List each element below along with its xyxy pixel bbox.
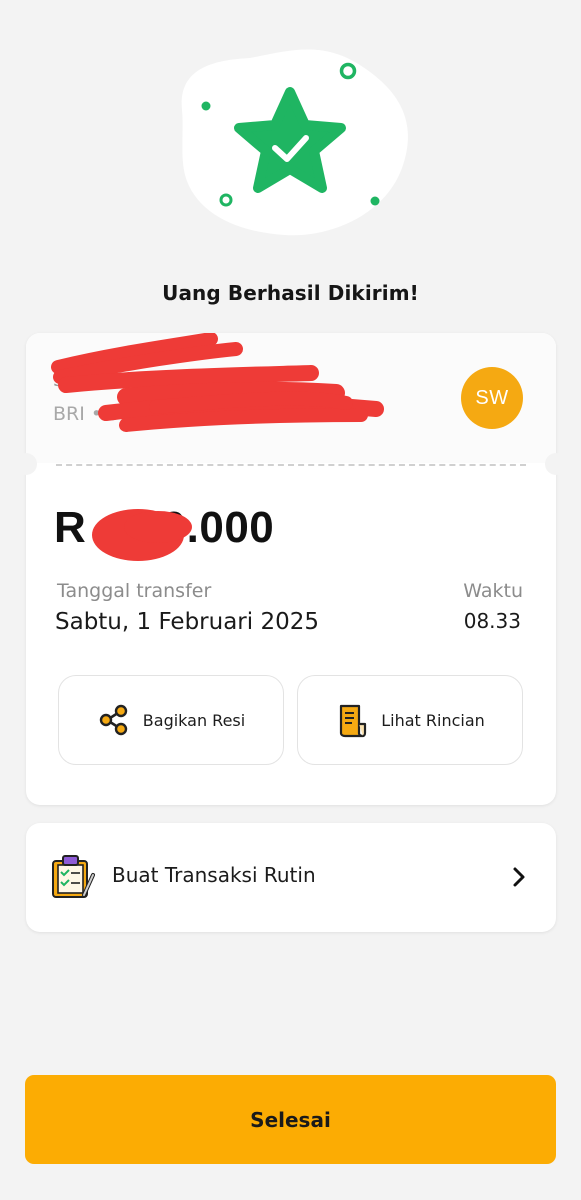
ticket-notch-right [545, 453, 567, 475]
share-receipt-label: Bagikan Resi [142, 710, 246, 730]
transfer-date-label: Tanggal transfer [57, 580, 212, 602]
redaction-scribble [51, 333, 384, 432]
chevron-right-icon [513, 867, 525, 887]
routine-transaction-card[interactable]: Buat Transaksi Rutin [26, 823, 556, 932]
star-check-icon [181, 49, 408, 236]
share-receipt-button[interactable]: Bagikan Resi [58, 675, 284, 765]
transfer-time-label: Waktu [463, 580, 523, 602]
dashed-divider [56, 464, 526, 466]
transfer-date-value: Sabtu, 1 Februari 2025 [55, 609, 319, 635]
view-details-button[interactable]: Lihat Rincian [297, 675, 523, 765]
transfer-time-value: 08.33 [463, 609, 521, 633]
clipboard-icon [52, 855, 95, 898]
recipient-avatar: SW [461, 367, 523, 429]
success-title: Uang Berhasil Dikirim! [162, 281, 419, 305]
receipt-icon [340, 704, 367, 738]
routine-transaction-label: Buat Transaksi Rutin [112, 863, 316, 887]
ticket-notch-left [15, 453, 37, 475]
done-button[interactable]: Selesai [25, 1075, 556, 1164]
share-icon [99, 704, 127, 736]
view-details-label: Lihat Rincian [381, 710, 485, 730]
amount-redaction-scribble [92, 509, 192, 561]
receipt-card: SA BRI • 5 SW R .000.000 Tanggal transfe… [15, 333, 567, 805]
success-illustration [0, 0, 581, 250]
